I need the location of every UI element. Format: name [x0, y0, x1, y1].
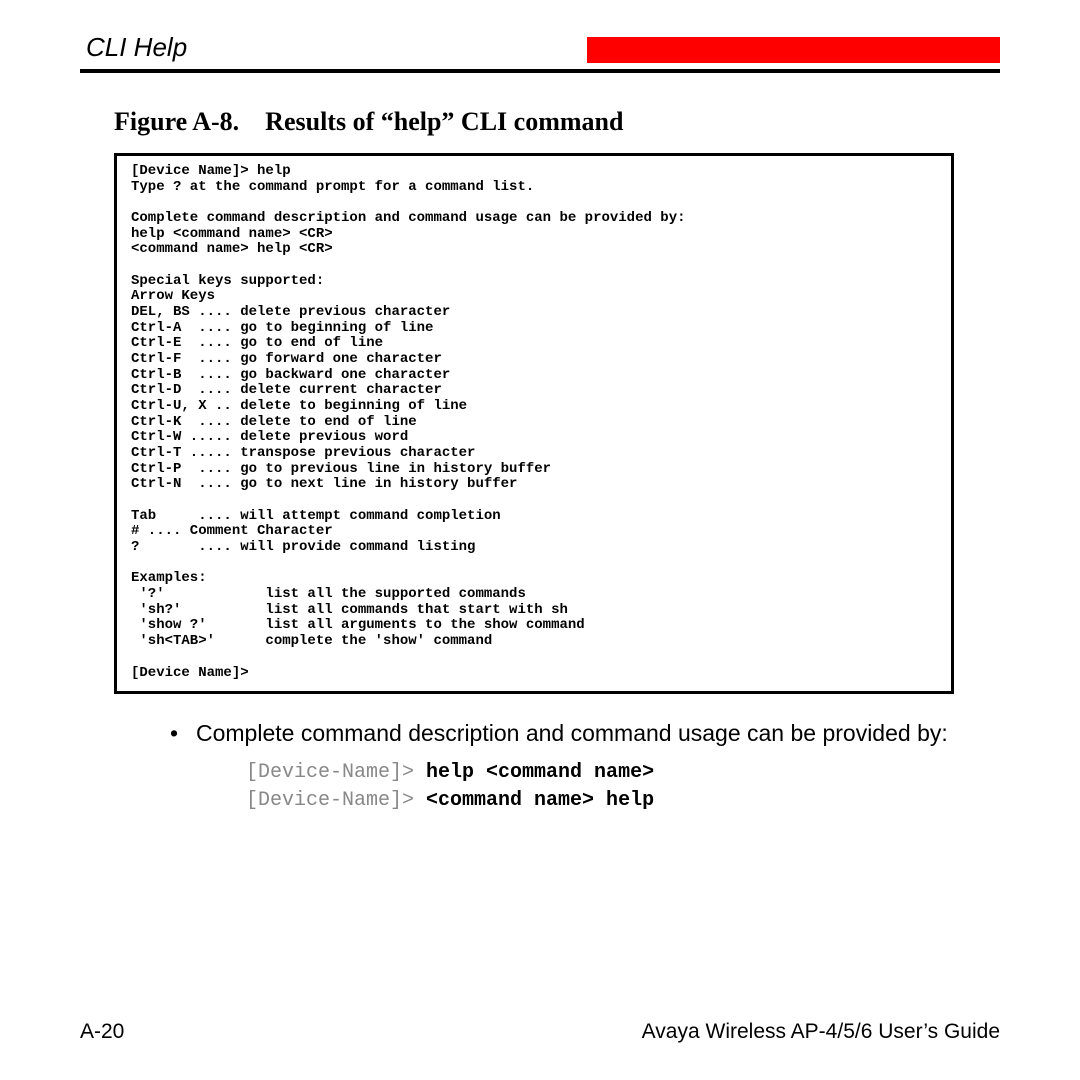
page-header: CLI Help — [80, 32, 1000, 63]
page-number: A-20 — [80, 1020, 124, 1044]
bullet-dot-icon: • — [170, 718, 196, 749]
cmd-prompt: [Device-Name]> — [246, 789, 426, 812]
guide-title: Avaya Wireless AP-4/5/6 User’s Guide — [642, 1020, 1000, 1044]
bullet-text: Complete command description and command… — [196, 718, 948, 749]
header-accent-bar — [587, 37, 1000, 63]
cmd-text: <command name> help — [426, 789, 654, 812]
figure-caption: Figure A-8. Results of “help” CLI comman… — [114, 107, 1000, 137]
header-rule — [80, 69, 1000, 73]
cmd-line-2: [Device-Name]> <command name> help — [246, 787, 986, 815]
cli-output-box: [Device Name]> help Type ? at the comman… — [114, 153, 954, 694]
page: CLI Help Figure A-8. Results of “help” C… — [0, 0, 1080, 1080]
cmd-text: help <command name> — [426, 761, 654, 784]
header-title: CLI Help — [80, 32, 187, 63]
cmd-prompt: [Device-Name]> — [246, 761, 426, 784]
page-footer: A-20 Avaya Wireless AP-4/5/6 User’s Guid… — [80, 1020, 1000, 1044]
cmd-line-1: [Device-Name]> help <command name> — [246, 759, 986, 787]
command-examples: [Device-Name]> help <command name> [Devi… — [246, 759, 986, 815]
body-bullet: • Complete command description and comma… — [196, 718, 986, 815]
